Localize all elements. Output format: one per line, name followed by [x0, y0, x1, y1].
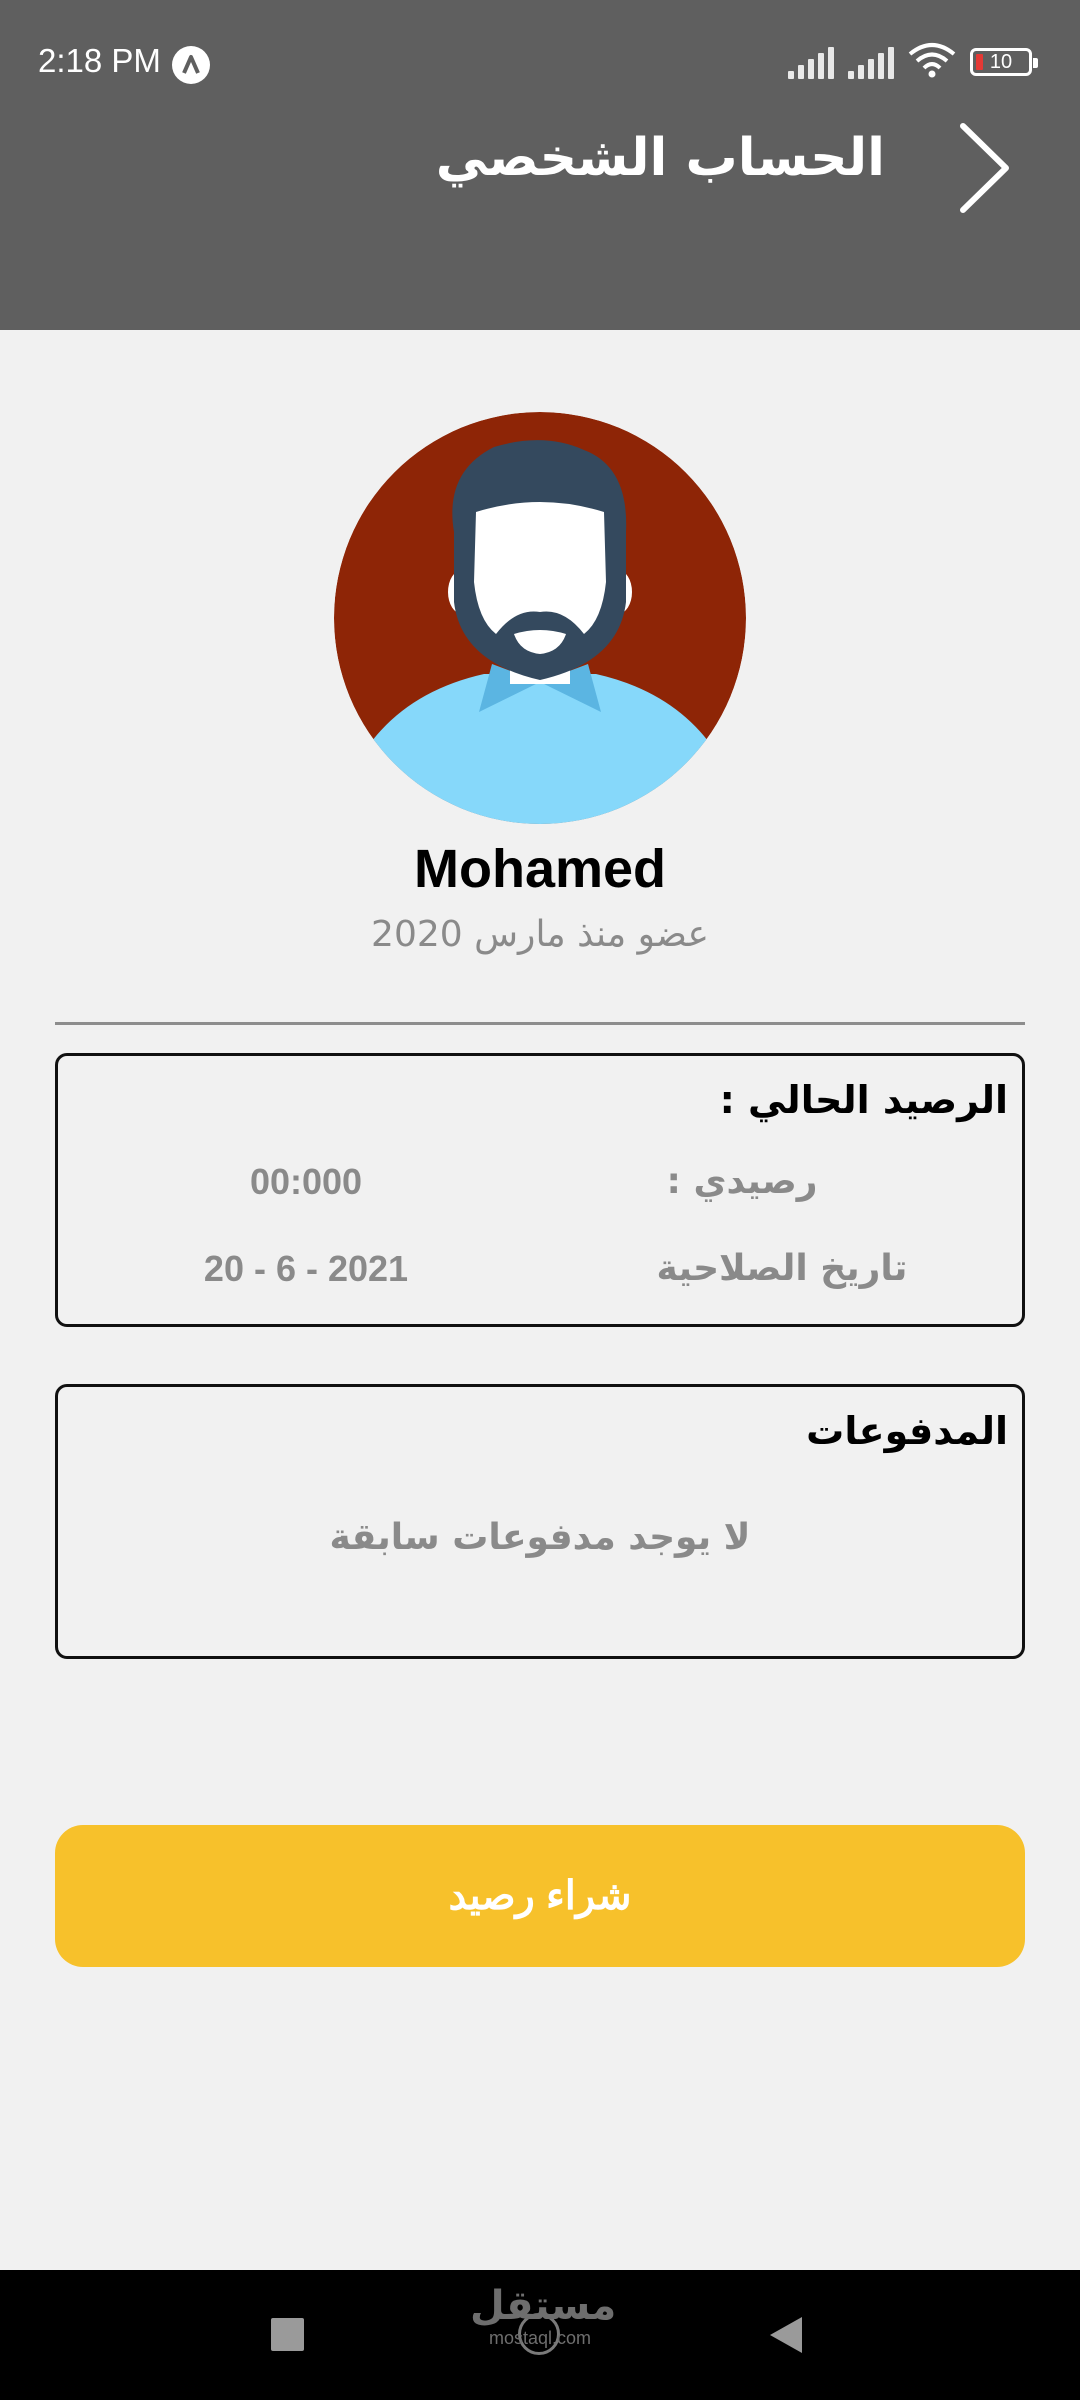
expiry-value: 20 - 6 - 2021 — [203, 1248, 409, 1289]
app-notification-icon — [172, 46, 210, 84]
watermark-main: مستقل — [470, 2283, 617, 2329]
payments-title: المدفوعات — [806, 1409, 1008, 1453]
payments-empty-text: لا يوجد مدفوعات سابقة — [329, 1517, 751, 1558]
recents-icon[interactable] — [271, 2318, 304, 2351]
balance-label: رصيدي : — [666, 1161, 818, 1202]
balance-card: الرصيد الحالي : رصيدي : 00:000 تاريخ الص… — [55, 1053, 1025, 1327]
back-button[interactable] — [938, 118, 1028, 218]
member-since: عضو منذ مارس 2020 — [371, 914, 709, 955]
watermark: مستقل mostaql.com — [470, 2283, 617, 2348]
app-header: 2:18 PM 10 الحساب الشخصي — [0, 0, 1080, 330]
watermark-sub: mostaql.com — [488, 2328, 592, 2348]
balance-value: 00:000 — [249, 1161, 363, 1202]
screen: 2:18 PM 10 الحساب الشخصي Mohamed عضو منذ… — [0, 0, 1080, 2400]
signal-icon — [848, 45, 894, 79]
battery-icon: 10 — [970, 48, 1038, 76]
page-title: الحساب الشخصي — [435, 128, 885, 188]
expiry-label: تاريخ الصلاحية — [656, 1248, 908, 1289]
wifi-icon — [908, 42, 956, 82]
chevron-right-icon — [960, 123, 1009, 213]
status-time: 2:18 PM — [38, 42, 161, 79]
divider — [55, 1022, 1025, 1025]
user-avatar-icon — [334, 412, 746, 824]
signal-icon — [788, 45, 834, 79]
payments-card: المدفوعات لا يوجد مدفوعات سابقة — [55, 1384, 1025, 1659]
back-icon[interactable] — [768, 2315, 804, 2359]
user-name: Mohamed — [413, 839, 667, 899]
avatar — [334, 412, 746, 824]
battery-level: 10 — [989, 50, 1013, 73]
balance-title: الرصيد الحالي : — [719, 1078, 1008, 1122]
status-icons: 10 — [788, 42, 1038, 82]
buy-credit-button[interactable]: شراء رصيد — [55, 1825, 1025, 1967]
